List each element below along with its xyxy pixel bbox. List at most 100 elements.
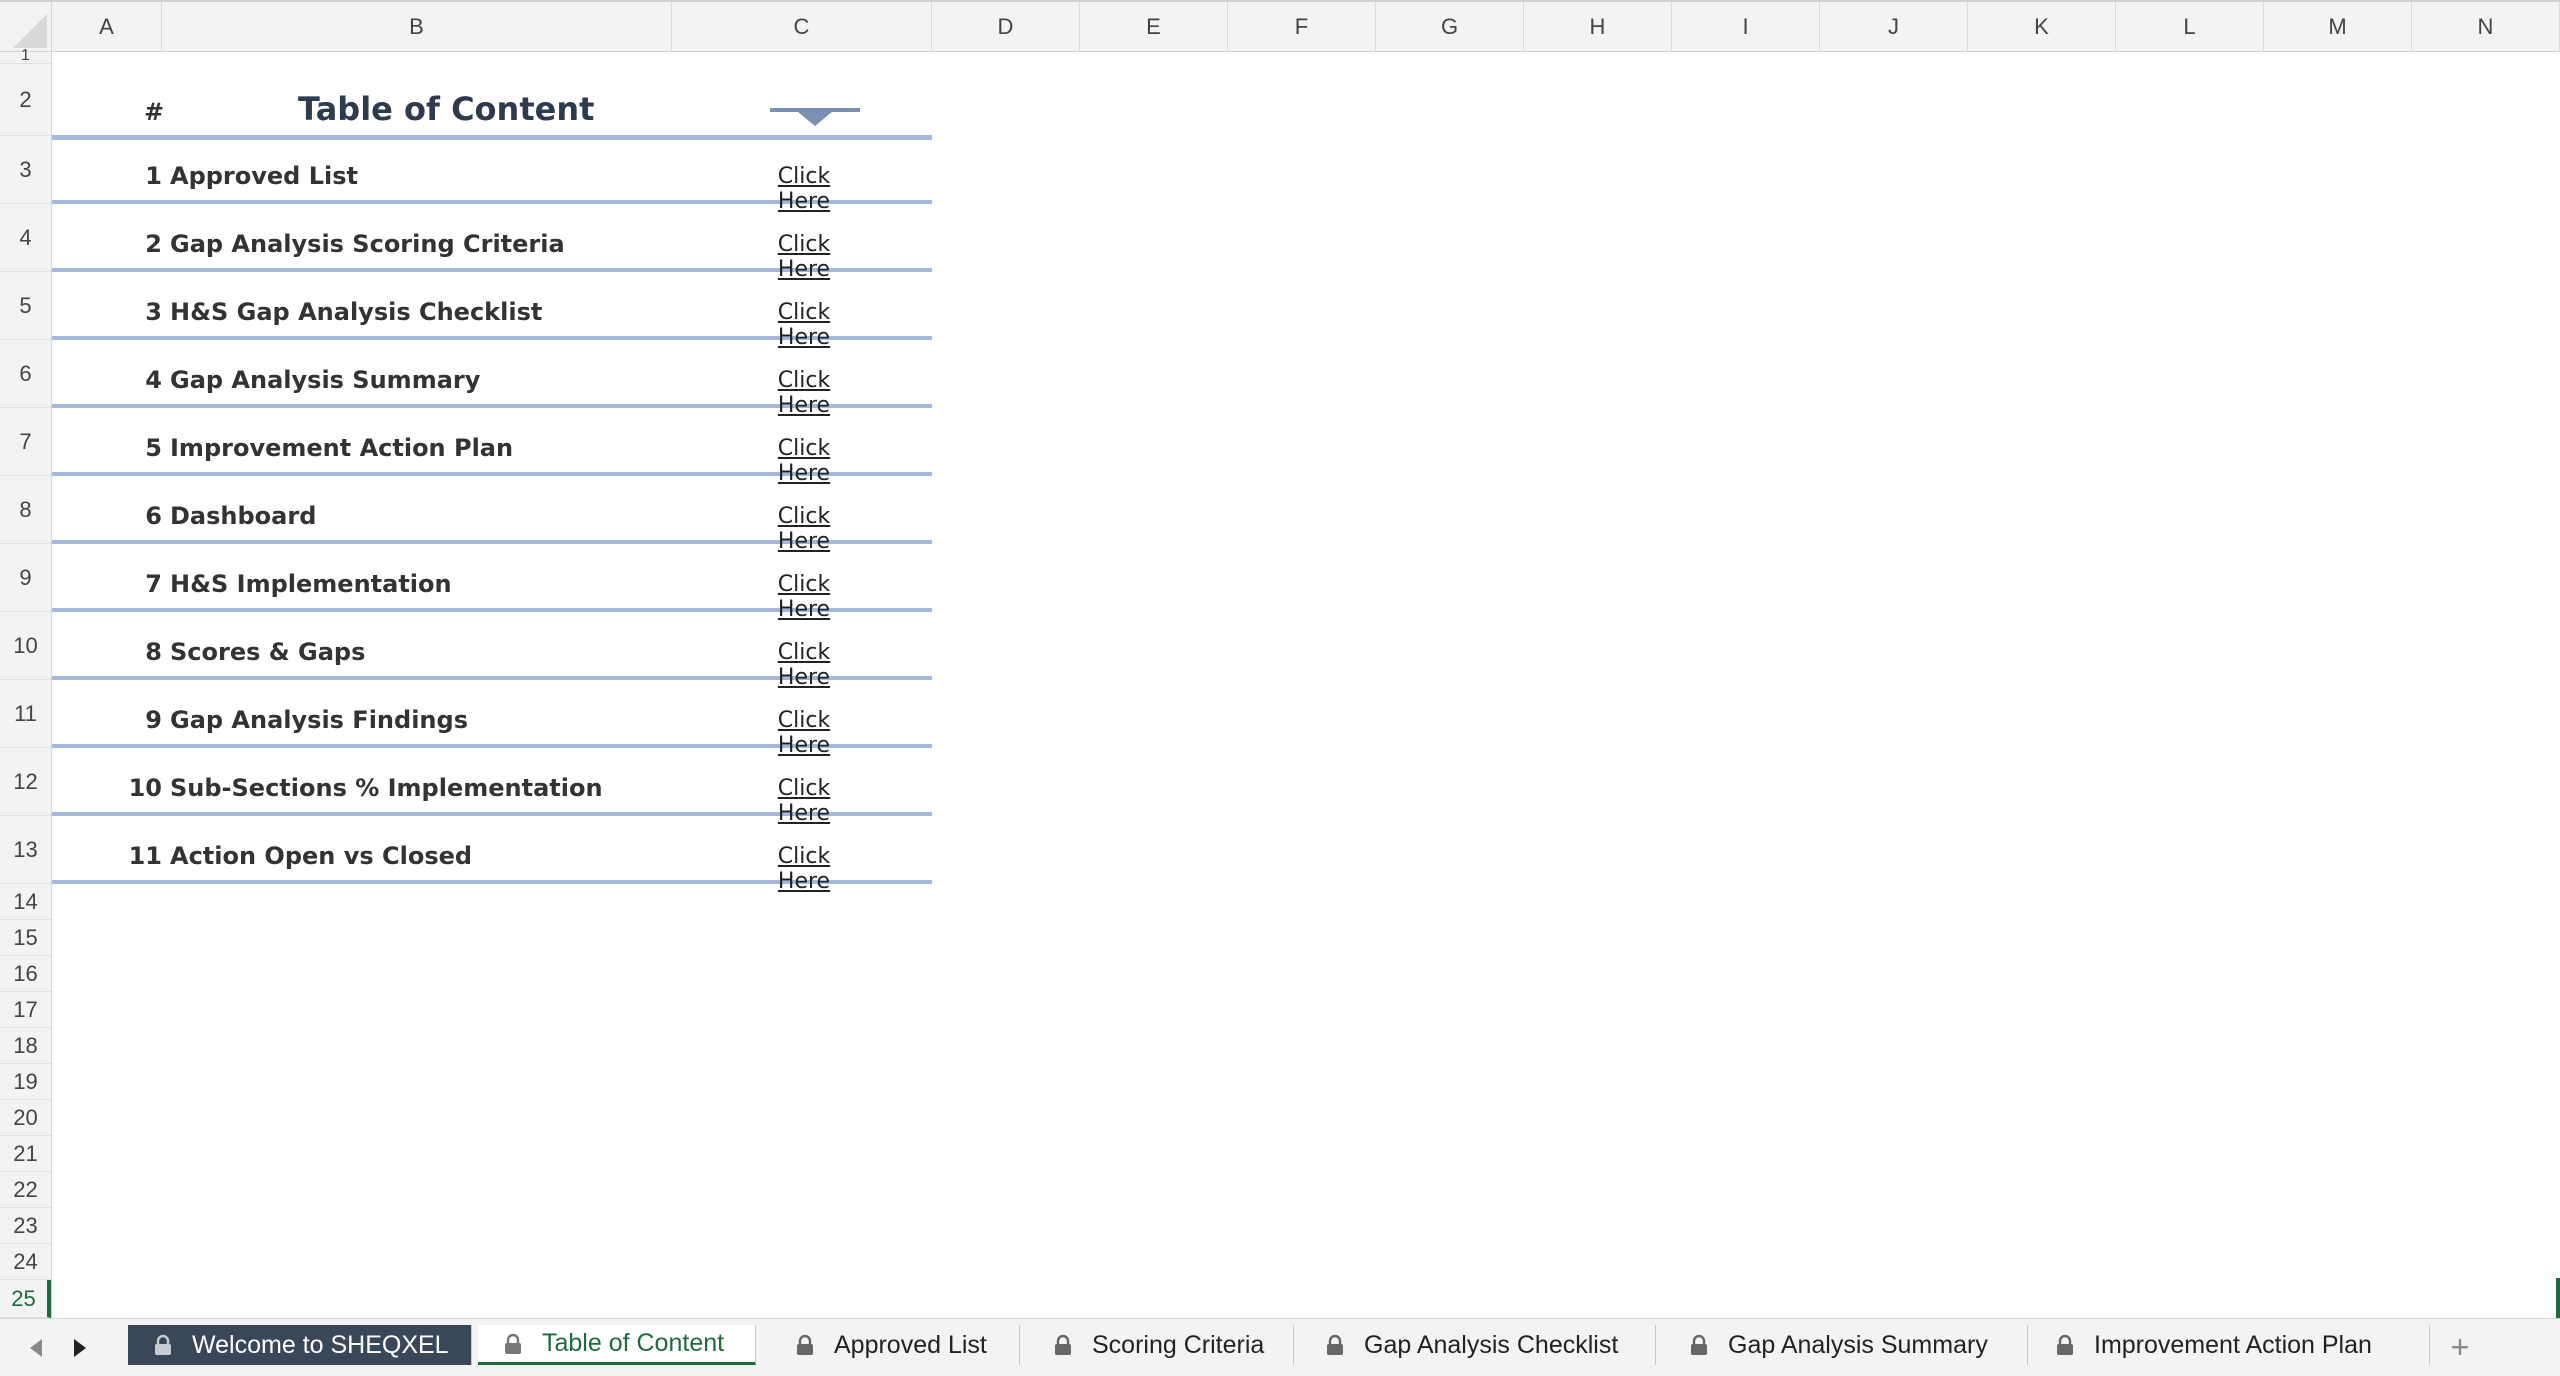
sheet-tab-label: Welcome to SHEQXEL [192,1330,449,1359]
column-header-h[interactable]: H [1524,2,1672,52]
toc-link-action-open-vs-closed[interactable]: Click Here [749,844,859,894]
toc-row-5: 5 Improvement Action Plan Click Here [52,408,932,486]
toc-item-label: Gap Analysis Summary [170,366,481,394]
toc-row-6: 6 Dashboard Click Here [52,476,932,554]
row-header-25[interactable]: 25 [0,1280,51,1318]
column-header-e[interactable]: E [1080,2,1228,52]
toc-item-label: Sub-Sections % Implementation [170,774,603,802]
toc-row-9: 9 Gap Analysis Findings Click Here [52,680,932,758]
down-arrow-icon [770,108,860,126]
toc-item-label: Approved List [170,162,358,190]
sheet-tab-scoring-criteria[interactable]: Scoring Criteria [1028,1325,1294,1365]
column-header-k[interactable]: K [1968,2,2116,52]
toc-item-label: H&S Implementation [170,570,452,598]
row-header-9[interactable]: 9 [0,544,51,612]
sheet-tab-label: Improvement Action Plan [2094,1330,2372,1359]
row-header-24[interactable]: 24 [0,1244,51,1280]
toc-item-label: Dashboard [170,502,317,530]
toc-item-number: 1 [145,162,162,190]
row-header-13[interactable]: 13 [0,816,51,884]
sheet-tab-welcome[interactable]: Welcome to SHEQXEL [128,1325,472,1365]
row-header-23[interactable]: 23 [0,1208,51,1244]
row-header-4[interactable]: 4 [0,204,51,272]
sheet-tab-label: Table of Content [542,1329,725,1357]
column-header-bar: A B C D E F G H I J K L M N [0,0,2560,52]
row-header-16[interactable]: 16 [0,956,51,992]
sheet-tab-improvement-action-plan[interactable]: Improvement Action Plan [2030,1325,2430,1365]
row-header-14[interactable]: 14 [0,884,51,920]
sheet-tab-label: Approved List [834,1330,987,1359]
row-header-22[interactable]: 22 [0,1172,51,1208]
toc-title: Table of Content [298,90,595,128]
row-header-11[interactable]: 11 [0,680,51,748]
row-header-20[interactable]: 20 [0,1100,51,1136]
row-header-21[interactable]: 21 [0,1136,51,1172]
row-header-2[interactable]: 2 [0,64,51,136]
lock-icon [505,1333,521,1354]
toc-item-number: 4 [145,366,162,394]
lock-icon [2057,1334,2073,1355]
toc-item-label: H&S Gap Analysis Checklist [170,298,543,326]
sheet-grid[interactable]: # Table of Content 1 Approved List Click… [52,52,2560,1318]
toc-row-11: 11 Action Open vs Closed Click Here [52,816,932,894]
toc-item-number: 5 [145,434,162,462]
sheet-tab-gap-analysis-checklist[interactable]: Gap Analysis Checklist [1300,1325,1656,1365]
toc-item-label: Improvement Action Plan [170,434,514,462]
select-all-triangle-icon [13,14,47,48]
column-header-f[interactable]: F [1228,2,1376,52]
toc-item-number: 8 [145,638,162,666]
toc-item-label: Scores & Gaps [170,638,366,666]
sheet-tab-label: Gap Analysis Checklist [1364,1330,1619,1359]
row-header-6[interactable]: 6 [0,340,51,408]
add-sheet-button[interactable]: + [2440,1329,2480,1365]
column-header-m[interactable]: M [2264,2,2412,52]
select-all-corner[interactable] [0,2,52,52]
lock-icon [797,1334,813,1355]
toc-item-number: 11 [128,842,162,870]
toc-item-label: Gap Analysis Findings [170,706,468,734]
toc-item-number: 9 [145,706,162,734]
column-header-j[interactable]: J [1820,2,1968,52]
toc-item-number: 3 [145,298,162,326]
lock-icon [1055,1334,1071,1355]
toc-item-number: 6 [145,502,162,530]
row-header-18[interactable]: 18 [0,1028,51,1064]
row-header-15[interactable]: 15 [0,920,51,956]
row-header-1[interactable]: 1 [0,48,51,64]
column-header-a[interactable]: A [52,2,162,52]
sheet-tab-label: Gap Analysis Summary [1728,1330,1988,1359]
toc-title-row: # Table of Content [52,52,932,140]
column-header-b[interactable]: B [162,2,672,52]
column-header-l[interactable]: L [2116,2,2264,52]
sheet-tab-bar: Welcome to SHEQXEL Table of Content Appr… [0,1318,2560,1376]
scroll-tabs-left-icon[interactable] [26,1337,46,1359]
lock-icon [1327,1334,1343,1355]
row-header-bar: 1 2 3 4 5 6 7 8 9 10 11 12 13 14 15 16 1… [0,48,52,1318]
sheet-tab-approved-list[interactable]: Approved List [770,1325,1020,1365]
toc-row-4: 4 Gap Analysis Summary Click Here [52,340,932,418]
row-header-17[interactable]: 17 [0,992,51,1028]
toc-row-7: 7 H&S Implementation Click Here [52,544,932,622]
toc-hash-header: # [144,98,165,126]
row-header-12[interactable]: 12 [0,748,51,816]
column-header-c[interactable]: C [672,2,932,52]
column-header-g[interactable]: G [1376,2,1524,52]
toc-item-number: 2 [145,230,162,258]
row-header-3[interactable]: 3 [0,136,51,204]
row-header-19[interactable]: 19 [0,1064,51,1100]
toc-row-8: 8 Scores & Gaps Click Here [52,612,932,690]
row-header-5[interactable]: 5 [0,272,51,340]
column-header-i[interactable]: I [1672,2,1820,52]
sheet-tab-table-of-content[interactable]: Table of Content [478,1325,756,1365]
toc-row-2: 2 Gap Analysis Scoring Criteria Click He… [52,204,932,282]
row-header-8[interactable]: 8 [0,476,51,544]
toc-item-label: Gap Analysis Scoring Criteria [170,230,565,258]
column-header-d[interactable]: D [932,2,1080,52]
column-header-n[interactable]: N [2412,2,2560,52]
row-header-10[interactable]: 10 [0,612,51,680]
lock-icon [155,1334,171,1355]
row-header-7[interactable]: 7 [0,408,51,476]
scroll-tabs-right-icon[interactable] [70,1337,90,1359]
sheet-tab-gap-analysis-summary[interactable]: Gap Analysis Summary [1664,1325,2028,1365]
toc-item-number: 10 [128,774,162,802]
